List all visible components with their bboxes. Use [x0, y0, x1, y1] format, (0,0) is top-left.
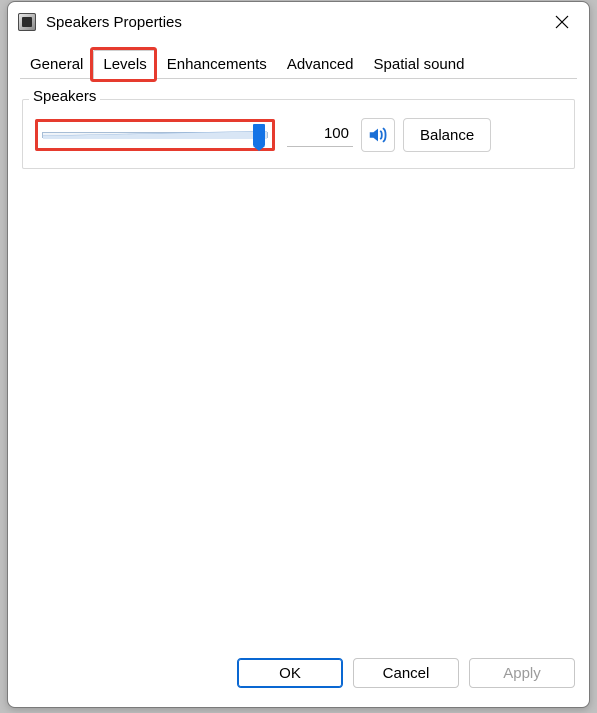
balance-button[interactable]: Balance	[403, 118, 491, 152]
volume-value: 100	[287, 123, 353, 147]
mute-button[interactable]	[361, 118, 395, 152]
speaker-volume-icon	[367, 124, 389, 146]
level-row: 100 Balance	[35, 118, 562, 152]
volume-slider-highlight	[35, 119, 275, 151]
window-title: Speakers Properties	[46, 14, 539, 31]
group-legend: Speakers	[29, 88, 100, 105]
apply-button: Apply	[469, 658, 575, 688]
ok-button[interactable]: OK	[237, 658, 343, 688]
tab-general[interactable]: General	[20, 50, 93, 79]
dialog-footer: OK Cancel Apply	[8, 651, 589, 707]
volume-slider-thumb[interactable]	[253, 124, 265, 146]
close-button[interactable]	[539, 6, 585, 38]
titlebar: Speakers Properties	[8, 2, 589, 42]
tab-advanced[interactable]: Advanced	[277, 50, 364, 79]
cancel-button[interactable]: Cancel	[353, 658, 459, 688]
tab-levels[interactable]: Levels	[93, 50, 156, 79]
speakers-group: Speakers 100	[22, 99, 575, 169]
volume-slider[interactable]	[42, 132, 268, 138]
tab-strip: General Levels Enhancements Advanced Spa…	[8, 42, 589, 79]
slider-fill-wedge	[43, 131, 267, 139]
tab-enhancements[interactable]: Enhancements	[157, 50, 277, 79]
tab-spatial-sound[interactable]: Spatial sound	[364, 50, 475, 79]
close-icon	[555, 15, 569, 29]
tab-panel-levels: Speakers 100	[8, 79, 589, 651]
properties-dialog: Speakers Properties General Levels Enhan…	[7, 1, 590, 708]
speaker-device-icon	[18, 13, 36, 31]
